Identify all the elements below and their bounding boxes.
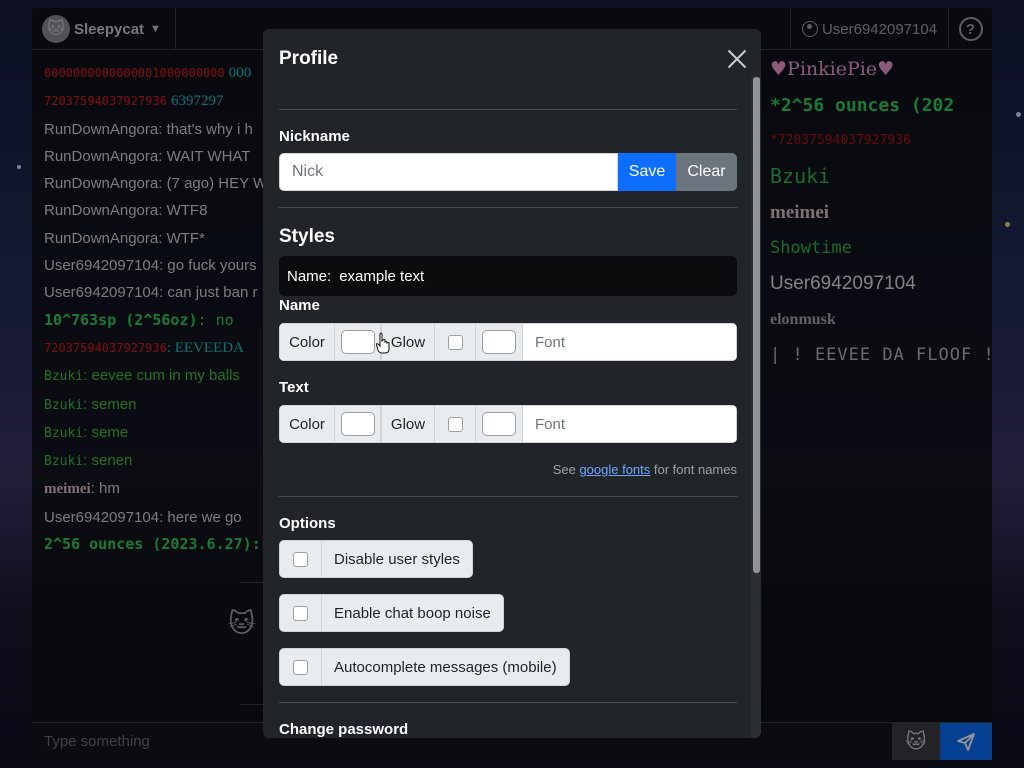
clear-button[interactable]: Clear — [676, 153, 737, 191]
name-color-label: Color — [279, 323, 335, 361]
name-font-input[interactable] — [523, 323, 737, 361]
nickname-label: Nickname — [279, 128, 350, 145]
text-color-cell — [335, 405, 381, 443]
text-font-input[interactable] — [523, 405, 737, 443]
option-disable-user-styles[interactable]: Disable user styles — [279, 540, 473, 578]
styles-title: Styles — [279, 226, 335, 247]
option-label: Enable chat boop noise — [334, 604, 491, 622]
option-autocomplete-messages[interactable]: Autocomplete messages (mobile) — [279, 648, 570, 686]
preview-name: Name: — [287, 267, 332, 285]
disable-user-styles-checkbox[interactable] — [293, 551, 308, 567]
autocomplete-messages-checkbox[interactable] — [293, 659, 308, 675]
option-label: Disable user styles — [334, 550, 460, 568]
divider — [279, 109, 737, 110]
modal-header: Profile — [263, 29, 761, 89]
nickname-input[interactable] — [279, 153, 618, 191]
text-glow-checkbox[interactable] — [447, 416, 463, 432]
divider — [279, 702, 737, 703]
name-style-label: Name — [279, 297, 320, 314]
name-glow-color-picker[interactable] — [482, 330, 516, 354]
text-style-label: Text — [279, 379, 309, 396]
divider — [279, 496, 737, 497]
name-glow-checkbox[interactable] — [447, 334, 463, 350]
text-style-group: Color Glow — [279, 405, 737, 443]
text-color-label: Color — [279, 405, 335, 443]
text-glow-check-cell — [435, 405, 476, 443]
text-color-picker[interactable] — [340, 412, 375, 436]
option-label: Autocomplete messages (mobile) — [334, 658, 557, 676]
hand-cursor-icon — [376, 332, 390, 354]
style-preview: Name: example text — [279, 256, 737, 296]
options-label: Options — [279, 515, 336, 532]
nickname-group: Save Clear — [279, 153, 737, 191]
name-color-picker[interactable] — [340, 330, 375, 354]
name-glow-check-cell — [435, 323, 476, 361]
name-color-cell — [335, 323, 381, 361]
change-password-label: Change password — [279, 721, 409, 738]
preview-text: example text — [339, 267, 425, 285]
modal-title: Profile — [279, 48, 339, 69]
font-hint: See google fonts for font names — [552, 462, 737, 477]
text-glow-color-picker[interactable] — [482, 412, 516, 436]
name-style-group: Color Glow — [279, 323, 737, 361]
chat-boop-noise-checkbox[interactable] — [293, 605, 308, 621]
option-chat-boop-noise[interactable]: Enable chat boop noise — [279, 594, 504, 632]
divider — [279, 207, 737, 208]
save-button[interactable]: Save — [618, 153, 676, 191]
name-glow-color-cell — [476, 323, 523, 361]
scrollbar-thumb[interactable] — [753, 77, 760, 573]
text-glow-color-cell — [476, 405, 523, 443]
profile-modal: Profile Nickname Save Clear Styles Name:… — [263, 29, 761, 738]
google-fonts-link[interactable]: google fonts — [579, 462, 650, 477]
text-glow-label: Glow — [381, 405, 435, 443]
close-icon[interactable] — [727, 49, 747, 69]
